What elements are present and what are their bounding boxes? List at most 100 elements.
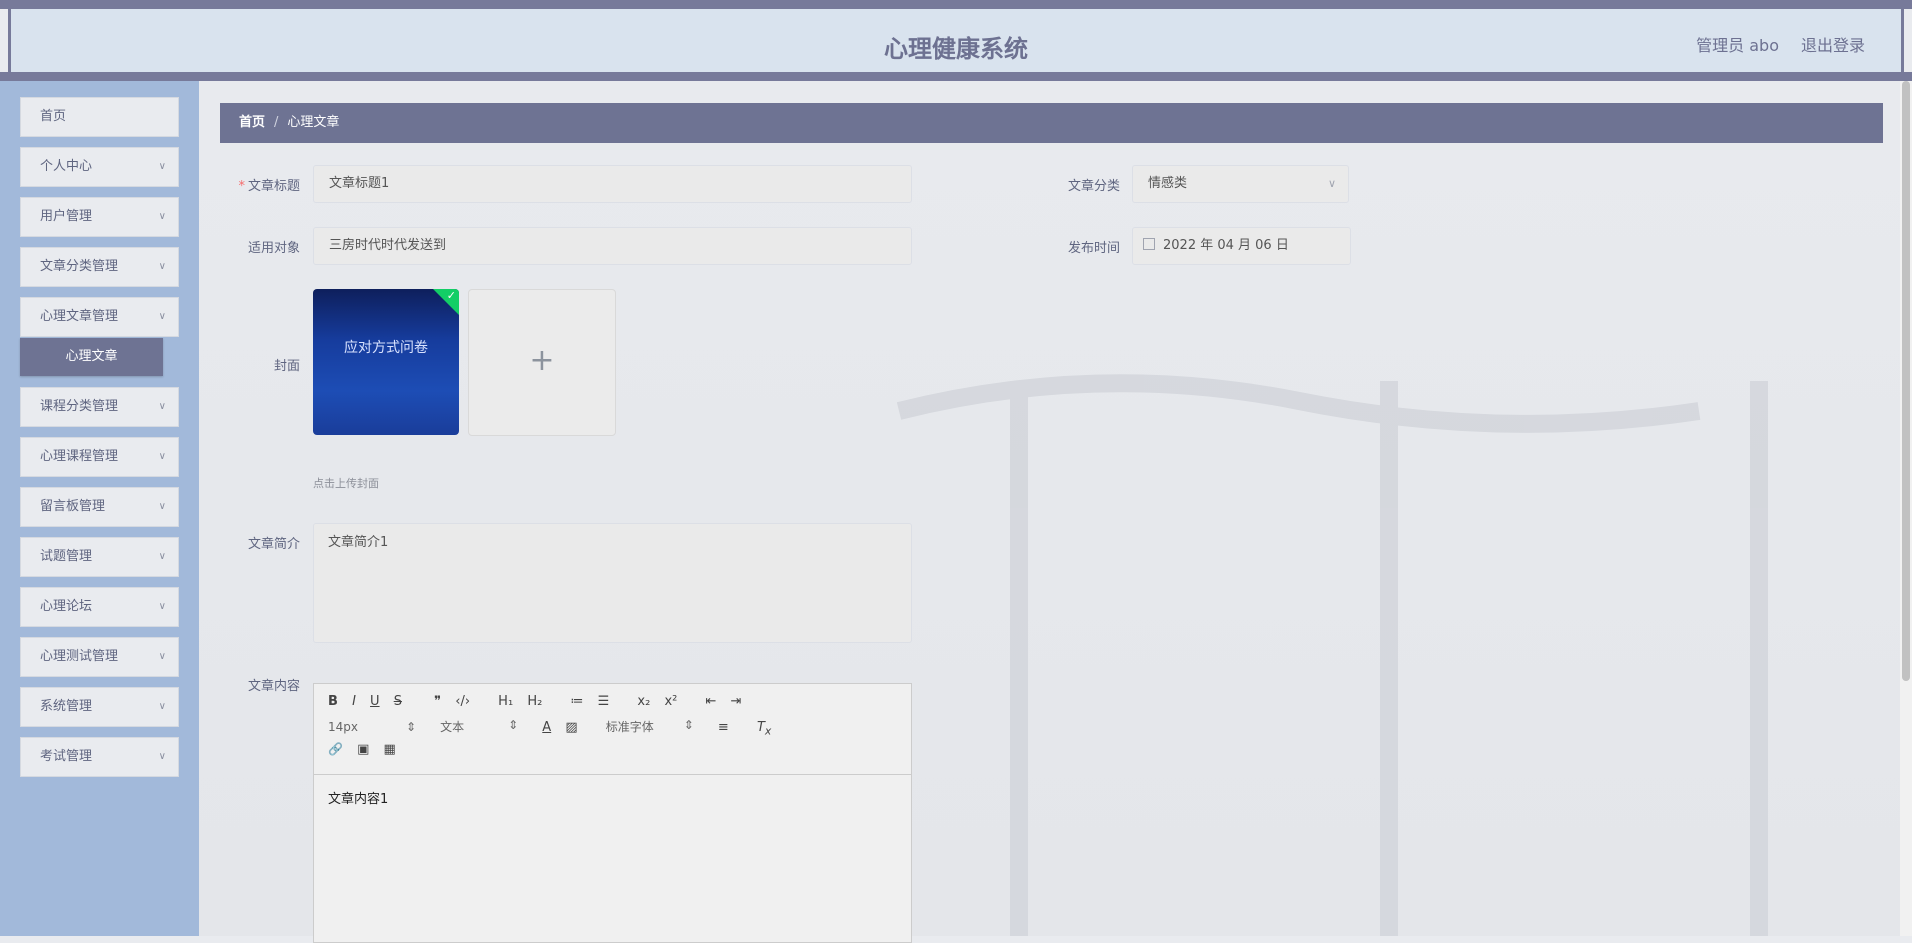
sidebar-item-message-board[interactable]: 留言板管理 ∨ <box>20 487 179 527</box>
code-block-icon[interactable]: ‹/› <box>455 694 470 709</box>
chevron-down-icon: ∨ <box>158 501 166 512</box>
bullet-list-icon[interactable]: ☰ <box>598 694 610 709</box>
chevron-down-icon: ∨ <box>158 751 166 762</box>
sidebar-item-label: 用户管理 <box>40 209 93 224</box>
image-icon[interactable]: ▣ <box>357 742 369 757</box>
publish-time-value: 2022 年 04 月 06 日 <box>1163 238 1289 253</box>
calendar-icon <box>1143 238 1155 250</box>
select-arrows-icon: ⇕ <box>405 720 416 734</box>
header-bottom-strip <box>0 72 1912 81</box>
chevron-down-icon: ∨ <box>158 401 166 412</box>
sidebar-item-label: 系统管理 <box>40 699 93 714</box>
upload-cover-button[interactable]: + <box>468 289 616 436</box>
publish-time-picker[interactable]: 2022 年 04 月 06 日 <box>1132 227 1351 265</box>
header: 心理健康系统 管理员 abo 退出登录 <box>8 9 1904 72</box>
publish-time-label: 发布时间 <box>1067 241 1120 256</box>
audience-input[interactable]: 三房时代时代发送到 <box>313 227 912 265</box>
logout-link[interactable]: 退出登录 <box>1801 32 1865 56</box>
title-label-text: 文章标题 <box>247 179 300 194</box>
outdent-icon[interactable]: ⇤ <box>705 694 716 709</box>
breadcrumb-separator: / <box>274 115 279 130</box>
background-color-icon[interactable]: ▨ <box>565 720 577 735</box>
sidebar-item-label: 考试管理 <box>40 749 93 764</box>
summary-label: 文章简介 <box>247 537 300 552</box>
category-label: 文章分类 <box>1067 179 1120 194</box>
summary-textarea[interactable]: 文章简介1 <box>313 523 912 643</box>
scrollbar[interactable] <box>1900 81 1912 936</box>
audience-label: 适用对象 <box>247 241 300 256</box>
editor-toolbar: B I U S ❞ ‹/› H₁ H₂ ≔ ☰ x₂ x² ⇤ ⇥ 14px ⇕… <box>314 684 911 775</box>
sidebar-item-exam[interactable]: 考试管理 ∨ <box>20 737 179 777</box>
toolbar-row-2: 14px ⇕ 文本 ⇕ A ▨ 标准字体 ⇕ ≡ Tx <box>328 718 781 738</box>
header2-icon[interactable]: H₂ <box>527 694 542 709</box>
sidebar-item-course-category[interactable]: 课程分类管理 ∨ <box>20 387 179 427</box>
category-select[interactable]: 情感类 ∨ <box>1132 165 1349 203</box>
superscript-icon[interactable]: x² <box>664 694 677 709</box>
sidebar-item-article-category[interactable]: 文章分类管理 ∨ <box>20 247 179 287</box>
underline-icon[interactable]: U <box>370 694 380 709</box>
font-family-value: 标准字体 <box>605 720 654 734</box>
toolbar-row-3: 🔗 ▣ ▦ <box>328 742 406 757</box>
chevron-down-icon: ∨ <box>158 551 166 562</box>
indent-icon[interactable]: ⇥ <box>731 694 742 709</box>
sidebar-item-home[interactable]: 首页 <box>20 97 179 137</box>
sidebar-item-label: 心理论坛 <box>40 599 93 614</box>
sidebar-item-system[interactable]: 系统管理 ∨ <box>20 687 179 727</box>
cover-label: 封面 <box>273 359 300 374</box>
scrollbar-thumb[interactable] <box>1902 81 1910 681</box>
sidebar: 首页 个人中心 ∨ 用户管理 ∨ 文章分类管理 ∨ 心理文章管理 ∨ 心理文章 课程分类… <box>0 81 199 936</box>
sidebar-item-label: 文章分类管理 <box>40 259 119 274</box>
sidebar-item-test-management[interactable]: 心理测试管理 ∨ <box>20 637 179 677</box>
select-arrows-icon: ⇕ <box>508 718 519 732</box>
sidebar-item-label: 首页 <box>40 109 67 124</box>
content-label: 文章内容 <box>247 679 300 694</box>
blockquote-icon[interactable]: ❞ <box>434 694 441 709</box>
sidebar-item-course-management[interactable]: 心理课程管理 ∨ <box>20 437 179 477</box>
breadcrumb: 首页 / 心理文章 <box>220 103 1883 143</box>
sidebar-item-profile[interactable]: 个人中心 ∨ <box>20 147 179 187</box>
sidebar-item-questions[interactable]: 试题管理 ∨ <box>20 537 179 577</box>
cover-image[interactable]: 应对方式问卷 ✓ <box>313 289 459 435</box>
chevron-down-icon: ∨ <box>158 701 166 712</box>
check-icon: ✓ <box>446 289 456 302</box>
sidebar-item-label: 留言板管理 <box>40 499 106 514</box>
sidebar-item-label: 个人中心 <box>40 159 93 174</box>
breadcrumb-current: 心理文章 <box>287 115 340 130</box>
sidebar-item-forum[interactable]: 心理论坛 ∨ <box>20 587 179 627</box>
title-input[interactable]: 文章标题1 <box>313 165 912 203</box>
chevron-down-icon: ∨ <box>158 601 166 612</box>
sidebar-item-article-management[interactable]: 心理文章管理 ∨ <box>20 297 179 337</box>
toolbar-row-1: B I U S ❞ ‹/› H₁ H₂ ≔ ☰ x₂ x² ⇤ ⇥ <box>328 694 751 709</box>
chevron-down-icon: ∨ <box>158 161 166 172</box>
breadcrumb-home[interactable]: 首页 <box>239 115 265 130</box>
ordered-list-icon[interactable]: ≔ <box>570 694 583 709</box>
font-family-select[interactable]: 标准字体 ⇕ <box>606 718 704 735</box>
cover-image-text: 应对方式问卷 <box>344 340 428 356</box>
block-type-select[interactable]: 文本 ⇕ <box>440 718 528 735</box>
link-icon[interactable]: 🔗 <box>328 742 343 756</box>
strikethrough-icon[interactable]: S <box>394 694 402 709</box>
top-strip <box>0 0 1912 9</box>
chevron-up-icon: ∨ <box>158 311 166 322</box>
font-color-icon[interactable]: A <box>542 720 551 735</box>
subscript-icon[interactable]: x₂ <box>637 694 650 709</box>
italic-icon[interactable]: I <box>352 694 356 709</box>
video-icon[interactable]: ▦ <box>384 742 396 757</box>
sidebar-item-label: 心理测试管理 <box>40 649 119 664</box>
sidebar-item-users[interactable]: 用户管理 ∨ <box>20 197 179 237</box>
bold-icon[interactable]: B <box>328 694 338 709</box>
app-title: 心理健康系统 <box>884 35 1028 63</box>
font-size-value: 14px <box>328 720 358 734</box>
font-size-select[interactable]: 14px ⇕ <box>328 720 426 734</box>
sidebar-item-label: 心理文章管理 <box>40 309 119 324</box>
chevron-down-icon: ∨ <box>1327 177 1336 190</box>
header1-icon[interactable]: H₁ <box>498 694 513 709</box>
clear-format-icon[interactable]: Tx <box>757 720 771 738</box>
title-label: * 文章标题 <box>230 175 300 194</box>
sidebar-item-label: 心理课程管理 <box>40 449 119 464</box>
cover-hint: 点击上传封面 <box>313 477 379 490</box>
editor-content[interactable]: 文章内容1 <box>328 788 388 807</box>
align-icon[interactable]: ≡ <box>718 720 729 735</box>
sidebar-subitem-article[interactable]: 心理文章 <box>20 338 163 376</box>
sidebar-item-label: 试题管理 <box>40 549 93 564</box>
